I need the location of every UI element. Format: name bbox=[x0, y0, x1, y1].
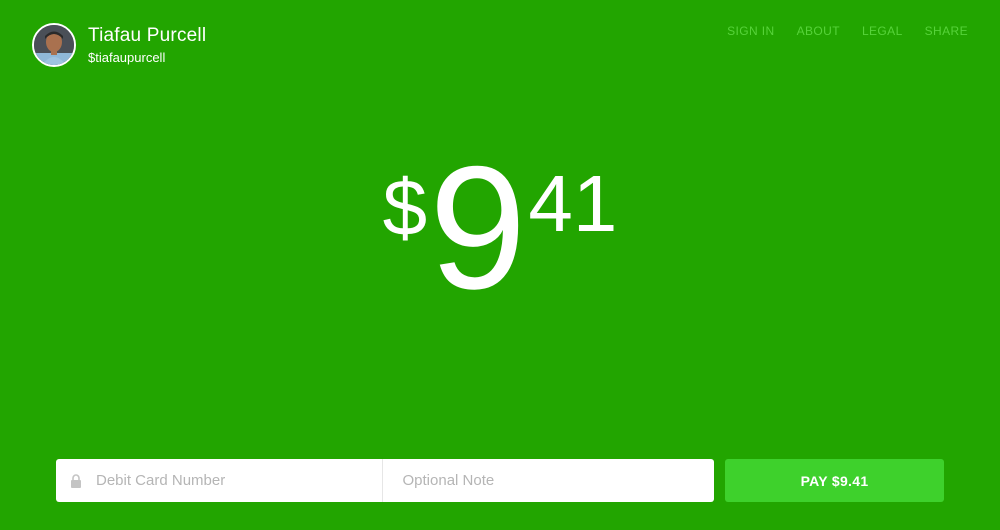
payment-form bbox=[56, 459, 714, 502]
amount-currency-symbol: $ bbox=[382, 163, 428, 252]
top-nav: SIGN IN ABOUT LEGAL SHARE bbox=[705, 24, 968, 38]
profile-header: Tiafau Purcell $tiafaupurcell bbox=[32, 23, 206, 67]
avatar bbox=[32, 23, 76, 67]
profile-name: Tiafau Purcell bbox=[88, 24, 207, 46]
nav-sign-in[interactable]: SIGN IN bbox=[727, 24, 774, 38]
lock-icon bbox=[71, 473, 81, 488]
debit-card-input[interactable] bbox=[96, 472, 382, 489]
note-field bbox=[383, 459, 714, 502]
nav-legal[interactable]: LEGAL bbox=[862, 24, 903, 38]
amount-display: $ 9 41 bbox=[0, 141, 1000, 316]
profile-handle: $tiafaupurcell bbox=[88, 49, 166, 65]
avatar-photo-icon bbox=[34, 25, 74, 65]
nav-share[interactable]: SHARE bbox=[925, 24, 968, 38]
card-field bbox=[56, 459, 383, 502]
profile-text: Tiafau Purcell $tiafaupurcell bbox=[88, 24, 206, 67]
pay-button[interactable]: PAY $9.41 bbox=[725, 459, 944, 502]
amount-whole: 9 bbox=[429, 131, 526, 326]
optional-note-input[interactable] bbox=[402, 472, 714, 489]
amount-cents: 41 bbox=[528, 159, 618, 248]
nav-about[interactable]: ABOUT bbox=[797, 24, 840, 38]
